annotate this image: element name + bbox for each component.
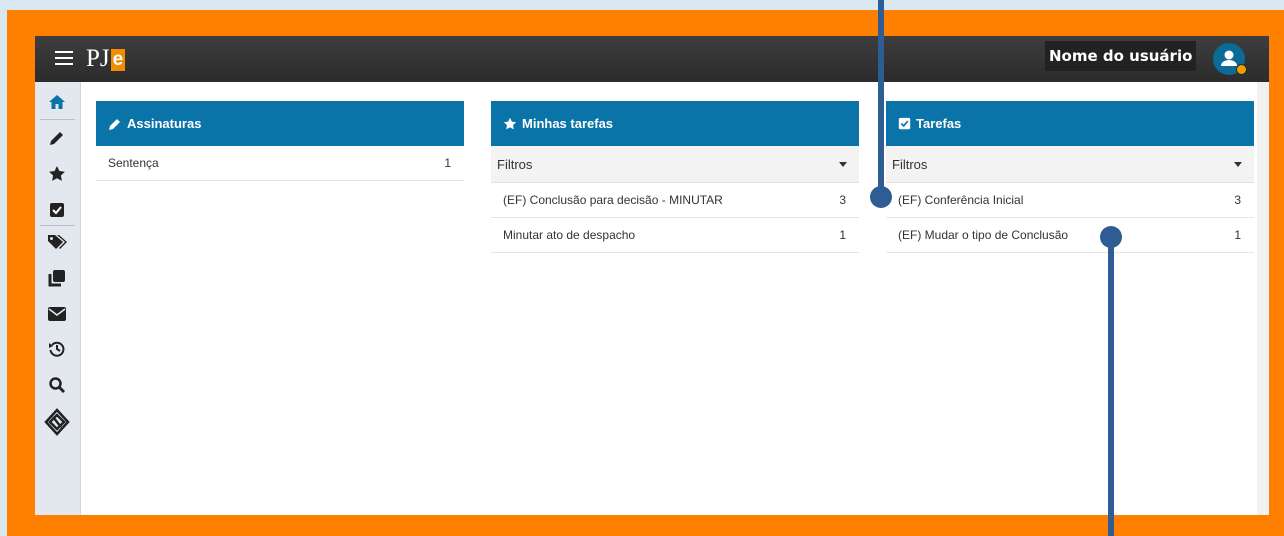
checkbox-icon[interactable] <box>47 200 67 220</box>
menu-icon[interactable] <box>55 51 73 65</box>
list-item[interactable]: (EF) Conferência Inicial 3 <box>886 183 1254 218</box>
history-icon[interactable] <box>47 339 67 359</box>
pje-logo[interactable]: PJ e <box>86 42 126 74</box>
panel-header: Minhas tarefas <box>491 101 859 146</box>
pje-app-window: PJ e Nome do usuário Assinaturas Sentenç… <box>35 36 1269 515</box>
item-label: Minutar ato de despacho <box>503 228 636 242</box>
item-label: (EF) Conferência Inicial <box>898 193 1024 207</box>
scrollbar-track[interactable] <box>1257 82 1269 515</box>
list-item[interactable]: Minutar ato de despacho 1 <box>491 218 859 253</box>
caret-down-icon <box>1234 161 1242 167</box>
star-icon <box>503 117 517 131</box>
item-label: Sentença <box>108 156 159 170</box>
search-icon[interactable] <box>47 375 67 395</box>
panel-title: Assinaturas <box>127 116 202 131</box>
logo-text: PJ <box>86 45 110 72</box>
panel-title: Minhas tarefas <box>522 116 614 131</box>
panel-header: Tarefas <box>886 101 1254 146</box>
list-item[interactable]: (EF) Conclusão para decisão - MINUTAR 3 <box>491 183 859 218</box>
pje-diamond-icon[interactable] <box>44 408 70 436</box>
filter-label: Filtros <box>497 156 533 172</box>
callout-dot <box>1100 226 1122 248</box>
envelope-icon[interactable] <box>47 304 67 324</box>
callout-line <box>878 0 884 192</box>
tags-icon[interactable] <box>47 232 67 252</box>
list-item[interactable]: (EF) Mudar o tipo de Conclusão 1 <box>886 218 1254 253</box>
item-count: 1 <box>444 156 451 170</box>
status-dot <box>1236 64 1247 75</box>
callout-line <box>1108 238 1114 536</box>
panel-header: Assinaturas <box>96 101 464 146</box>
top-bar: PJ e Nome do usuário <box>35 36 1269 82</box>
filter-label: Filtros <box>892 156 928 172</box>
item-count: 3 <box>1234 193 1241 207</box>
sidebar-divider <box>40 119 75 120</box>
filter-dropdown[interactable]: Filtros <box>886 146 1254 183</box>
panel-title: Tarefas <box>916 116 962 131</box>
tarefas-panel: Tarefas Filtros (EF) Conferência Inicial… <box>886 101 1254 253</box>
list-item[interactable]: Sentença 1 <box>96 146 464 181</box>
item-label: (EF) Conclusão para decisão - MINUTAR <box>503 193 723 207</box>
documents-icon[interactable] <box>47 268 67 288</box>
item-count: 1 <box>1234 228 1241 242</box>
user-name[interactable]: Nome do usuário <box>1045 41 1197 71</box>
pencil-icon[interactable] <box>47 128 67 148</box>
filter-dropdown[interactable]: Filtros <box>491 146 859 183</box>
sidebar <box>35 82 81 515</box>
minhas-tarefas-panel: Minhas tarefas Filtros (EF) Conclusão pa… <box>491 101 859 253</box>
user-avatar-icon[interactable] <box>1213 43 1247 75</box>
sidebar-divider <box>40 225 75 226</box>
pencil-icon <box>108 117 122 131</box>
item-label: (EF) Mudar o tipo de Conclusão <box>898 228 1069 242</box>
caret-down-icon <box>839 161 847 167</box>
logo-accent: e <box>110 49 126 71</box>
star-icon[interactable] <box>47 164 67 184</box>
item-count: 3 <box>839 193 846 207</box>
home-icon[interactable] <box>47 92 67 112</box>
callout-dot <box>870 186 892 208</box>
checkbox-icon <box>898 117 911 130</box>
item-count: 1 <box>839 228 846 242</box>
assinaturas-panel: Assinaturas Sentença 1 <box>96 101 464 181</box>
